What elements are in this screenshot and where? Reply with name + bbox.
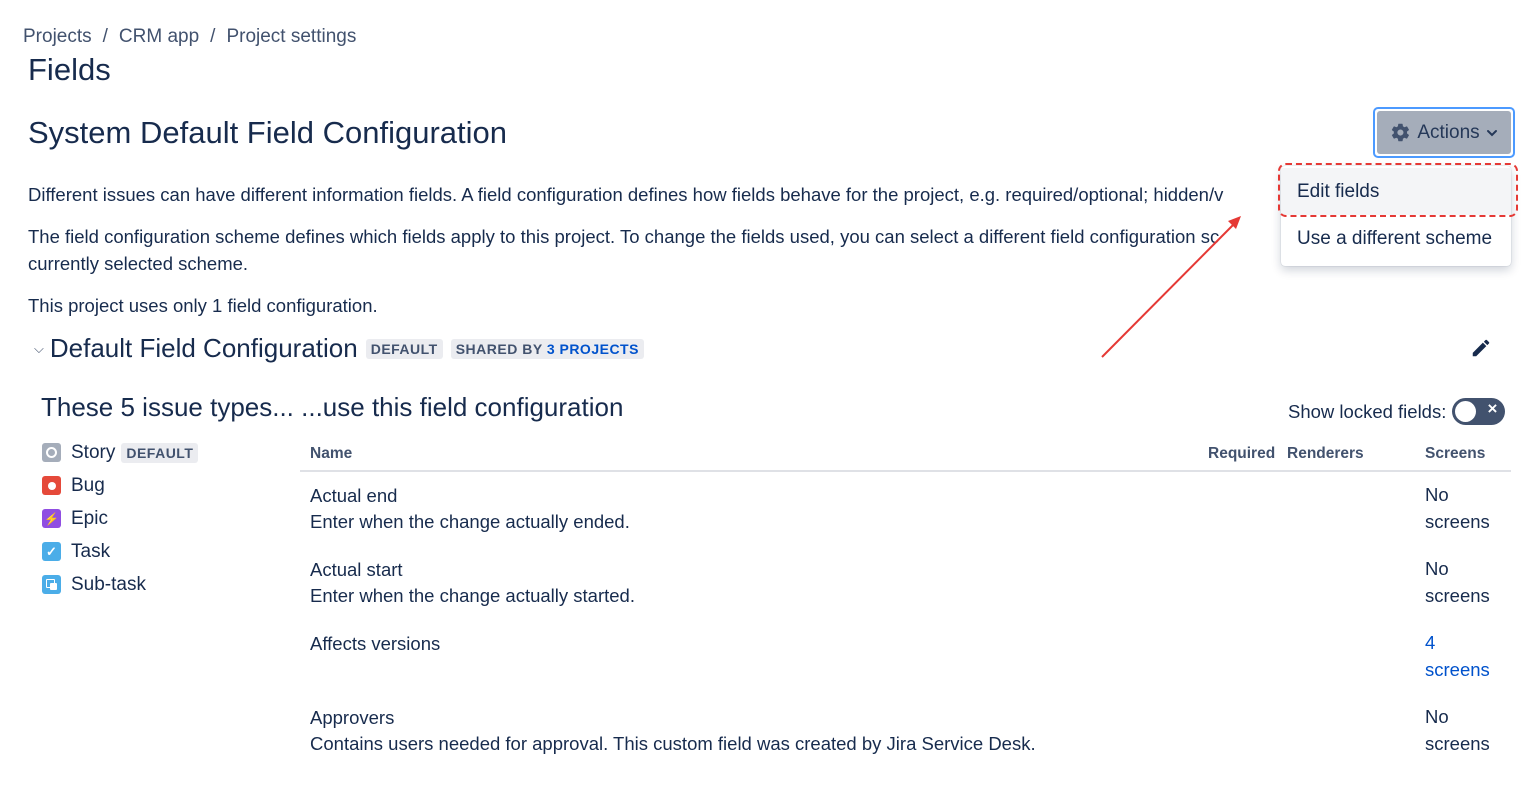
actions-button[interactable]: Actions: [1377, 111, 1511, 154]
field-screens: No screens: [1425, 484, 1490, 532]
column-header-screens: Screens: [1425, 445, 1486, 462]
shared-badge: SHARED BY 3 PROJECTS: [450, 338, 644, 359]
toggle-knob: [1455, 401, 1477, 422]
collapse-chevron-icon[interactable]: ⌵: [34, 341, 44, 357]
field-config-count-text: This project uses only 1 field configura…: [28, 295, 378, 316]
show-locked-fields: Show locked fields: ×: [1288, 398, 1506, 425]
field-description: Contains users needed for approval. This…: [310, 733, 1036, 754]
fields-table: Name Required Renderers Screens Actual e…: [300, 440, 1511, 778]
default-badge: DEFAULT: [365, 338, 443, 359]
field-screens-link[interactable]: 4 screens: [1425, 630, 1505, 683]
column-header-renderers: Renderers: [1287, 445, 1364, 462]
pencil-icon[interactable]: [1470, 337, 1492, 359]
field-screens: No screens: [1425, 558, 1490, 606]
menu-item-use-different-scheme[interactable]: Use a different scheme: [1281, 215, 1511, 262]
chevron-down-icon: [1486, 127, 1498, 139]
story-icon: [42, 443, 61, 462]
table-row: Affects versions 4 screens: [300, 630, 1511, 704]
description-line: currently selected scheme.: [28, 253, 249, 274]
actions-dropdown-menu: Edit fields Use a different scheme: [1281, 166, 1511, 266]
show-locked-toggle[interactable]: ×: [1452, 398, 1506, 425]
breadcrumb-crm-app[interactable]: CRM app: [119, 26, 199, 48]
field-config-section-header: ⌵ Default Field Configuration DEFAULT SH…: [34, 333, 652, 364]
task-icon: ✓: [42, 542, 61, 561]
issue-type-name: Bug: [71, 474, 105, 496]
field-name: Actual start: [310, 559, 403, 580]
breadcrumb: Projects / CRM app / Project settings: [23, 26, 356, 48]
shared-projects-link[interactable]: 3 PROJECTS: [547, 341, 639, 357]
breadcrumb-project-settings[interactable]: Project settings: [226, 26, 356, 48]
breadcrumb-projects[interactable]: Projects: [23, 26, 92, 48]
breadcrumb-separator: /: [102, 26, 108, 47]
description-paragraph: The field configuration scheme defines w…: [28, 223, 1219, 277]
list-item: Bug: [42, 469, 206, 502]
config-title: System Default Field Configuration: [28, 115, 508, 150]
shared-prefix: SHARED BY: [455, 340, 543, 357]
field-screens: No screens: [1425, 706, 1490, 754]
section-title: Default Field Configuration: [49, 333, 358, 363]
issue-type-name: Story: [71, 441, 116, 463]
list-item: Story DEFAULT: [42, 436, 206, 469]
list-item: ✓ Task: [42, 535, 206, 568]
description-line: Different issues can have different info…: [28, 184, 1224, 205]
actions-label: Actions: [1417, 121, 1480, 143]
column-header-name: Name: [310, 445, 353, 462]
menu-item-edit-fields[interactable]: Edit fields: [1281, 168, 1511, 215]
column-header-required: Required: [1208, 445, 1276, 462]
list-item: Sub-task: [42, 568, 206, 601]
bug-icon: [42, 476, 61, 495]
issue-type-name: Task: [71, 540, 111, 562]
field-name: Approvers: [310, 707, 395, 728]
close-icon: ×: [1487, 399, 1498, 418]
breadcrumb-separator: /: [210, 26, 216, 47]
subtask-icon: [42, 575, 61, 594]
field-name: Affects versions: [310, 633, 441, 654]
default-badge: DEFAULT: [121, 442, 199, 463]
epic-icon: ⚡: [42, 509, 61, 528]
actions-button-focus-ring: Actions: [1373, 107, 1515, 158]
description-line: The field configuration scheme defines w…: [28, 226, 1220, 247]
field-description: Enter when the change actually started.: [310, 585, 635, 606]
issue-type-list: Story DEFAULT Bug ⚡ Epic ✓ Task Sub-task: [42, 436, 206, 601]
issue-type-name: Sub-task: [71, 573, 146, 595]
table-row: Actual end Enter when the change actuall…: [300, 482, 1511, 556]
field-name: Actual end: [310, 485, 398, 506]
table-header: Name Required Renderers Screens: [300, 440, 1511, 472]
table-row: Approvers Contains users needed for appr…: [300, 704, 1511, 778]
show-locked-label: Show locked fields:: [1288, 400, 1447, 422]
table-row: Actual start Enter when the change actua…: [300, 556, 1511, 630]
issue-types-heading: These 5 issue types... ...use this field…: [41, 392, 624, 422]
issue-type-name: Epic: [71, 507, 108, 529]
page-title: Fields: [28, 52, 111, 87]
gear-icon: [1390, 122, 1411, 143]
list-item: ⚡ Epic: [42, 502, 206, 535]
field-description: Enter when the change actually ended.: [310, 511, 630, 532]
